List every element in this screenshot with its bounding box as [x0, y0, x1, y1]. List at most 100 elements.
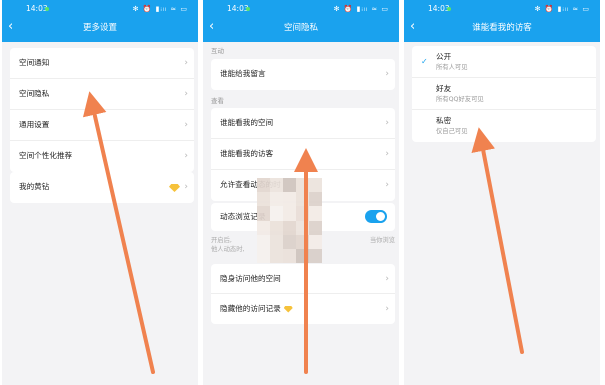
mosaic-tile	[283, 178, 296, 193]
page-title: 谁能看我的访客	[472, 23, 532, 33]
mosaic-tile	[283, 220, 296, 235]
screenshot-stage: 14:03 ✻ ⏰ ▮ᵢₗₗ ≈ ▭ ‹ 更多设置 空间通知 › 空间隐私 › 通用…	[0, 0, 605, 385]
option-name: 私密	[436, 116, 452, 125]
mosaic-tile	[309, 234, 322, 249]
section-label-view: 查看	[211, 97, 224, 105]
mosaic-tile	[283, 248, 296, 263]
feed-record-toggle[interactable]	[365, 210, 387, 223]
mosaic-tile	[270, 206, 283, 221]
notification-dot-icon	[246, 7, 250, 11]
header-bar: 14:03 ✻ ⏰ ▮ᵢₗₗ ≈ ▭ ‹ 空间隐私	[203, 0, 399, 42]
settings-group: 空间通知 › 空间隐私 › 通用设置 › 空间个性化推荐 ›	[10, 48, 194, 172]
note-line1: 开启后,	[211, 237, 232, 244]
row-yellow-diamond[interactable]: 我的黄钻 ›	[10, 172, 194, 203]
row-space-privacy[interactable]: 空间隐私 ›	[10, 79, 194, 110]
header-bar: 14:03 ✻ ⏰ ▮ᵢₗₗ ≈ ▭ ‹ 更多设置	[2, 0, 198, 42]
mosaic-tile	[296, 206, 309, 221]
header-bar: 14:03 ✻ ⏰ ▮ᵢₗₗ ≈ ▭ ‹ 谁能看我的访客	[404, 0, 600, 42]
status-bar: 14:03 ✻ ⏰ ▮ᵢₗₗ ≈ ▭	[404, 3, 600, 15]
mosaic-tile	[257, 248, 270, 263]
mosaic-tile	[283, 234, 296, 249]
mosaic-tile	[296, 192, 309, 207]
row-hide-visit-record[interactable]: 隐藏他的访问记录 ›	[211, 294, 395, 324]
mosaic-tile	[270, 234, 283, 249]
row-label: 谁能给我留言	[220, 69, 266, 78]
mosaic-tile	[257, 234, 270, 249]
option-public[interactable]: ✓ 公开 所有人可见	[412, 46, 596, 78]
diamond-icon	[169, 184, 180, 192]
section-label-interact: 互动	[211, 47, 224, 55]
notification-dot-icon	[447, 7, 451, 11]
privacy-mosaic	[257, 178, 322, 263]
who-can-view-visitors-screen: 14:03 ✻ ⏰ ▮ᵢₗₗ ≈ ▭ ‹ 谁能看我的访客 ✓ 公开 所有人可见 …	[404, 0, 600, 385]
chevron-right-icon: ›	[184, 58, 188, 68]
mosaic-tile	[296, 178, 309, 193]
page-title: 更多设置	[82, 23, 117, 33]
page-title: 空间隐私	[283, 23, 318, 33]
notification-dot-icon	[45, 7, 49, 11]
option-desc: 所有QQ好友可见	[436, 96, 484, 103]
row-who-can-view-visitors[interactable]: 谁能看我的访客 ›	[211, 139, 395, 170]
check-icon: ✓	[421, 57, 428, 66]
system-status-icons: ✻ ⏰ ▮ᵢₗₗ ≈ ▭	[132, 5, 188, 13]
row-label: 谁能看我的访客	[220, 149, 274, 158]
diamond-icon	[283, 305, 293, 313]
row-label: 隐身访问他的空间	[220, 274, 281, 283]
mosaic-tile	[270, 192, 283, 207]
system-status-icons: ✻ ⏰ ▮ᵢₗₗ ≈ ▭	[333, 5, 389, 13]
mosaic-tile	[296, 234, 309, 249]
row-label-text: 隐藏他的访问记录	[220, 304, 281, 313]
note-line1-right: 当你浏览	[369, 237, 395, 244]
row-general-settings[interactable]: 通用设置 ›	[10, 110, 194, 141]
visibility-options: ✓ 公开 所有人可见 好友 所有QQ好友可见 私密 仅自己可见	[412, 46, 596, 142]
mosaic-tile	[270, 220, 283, 235]
option-private[interactable]: 私密 仅自己可见	[412, 110, 596, 142]
mosaic-tile	[309, 248, 322, 263]
note-line2: 他人动态时,	[211, 246, 245, 253]
chevron-right-icon: ›	[184, 89, 188, 99]
system-status-icons: ✻ ⏰ ▮ᵢₗₗ ≈ ▭	[534, 5, 590, 13]
more-settings-screen: 14:03 ✻ ⏰ ▮ᵢₗₗ ≈ ▭ ‹ 更多设置 空间通知 › 空间隐私 › 通用…	[2, 0, 198, 385]
stealth-group: 隐身访问他的空间 › 隐藏他的访问记录 ›	[211, 264, 395, 324]
row-label: 空间个性化推荐	[19, 151, 73, 160]
chevron-right-icon: ›	[184, 120, 188, 130]
mosaic-tile	[309, 178, 322, 193]
option-name: 公开	[436, 52, 452, 61]
chevron-right-icon: ›	[385, 304, 389, 314]
mosaic-tile	[309, 206, 322, 221]
mosaic-tile	[257, 220, 270, 235]
chevron-right-icon: ›	[184, 151, 188, 161]
chevron-right-icon: ›	[184, 182, 188, 192]
mosaic-tile	[270, 178, 283, 193]
row-personal-recommend[interactable]: 空间个性化推荐 ›	[10, 141, 194, 172]
status-bar: 14:03 ✻ ⏰ ▮ᵢₗₗ ≈ ▭	[203, 3, 399, 15]
mosaic-tile	[296, 220, 309, 235]
chevron-right-icon: ›	[385, 149, 389, 159]
row-stealth-visit[interactable]: 隐身访问他的空间 ›	[211, 264, 395, 294]
option-name: 好友	[436, 84, 452, 93]
option-friends[interactable]: 好友 所有QQ好友可见	[412, 78, 596, 110]
toggle-knob	[376, 212, 385, 221]
row-who-can-message[interactable]: 谁能给我留言 ›	[211, 59, 395, 90]
mosaic-tile	[309, 220, 322, 235]
row-label: 我的黄钻	[19, 182, 50, 191]
mosaic-tile	[270, 248, 283, 263]
chevron-right-icon: ›	[385, 118, 389, 128]
vip-group: 我的黄钻 ›	[10, 172, 194, 203]
mosaic-tile	[257, 192, 270, 207]
chevron-right-icon: ›	[385, 69, 389, 79]
row-space-notify[interactable]: 空间通知 ›	[10, 48, 194, 79]
row-label: 空间通知	[19, 58, 50, 67]
mosaic-tile	[283, 206, 296, 221]
row-who-can-view-space[interactable]: 谁能看我的空间 ›	[211, 108, 395, 139]
mosaic-tile	[309, 192, 322, 207]
option-desc: 仅自己可见	[436, 128, 468, 135]
status-bar: 14:03 ✻ ⏰ ▮ᵢₗₗ ≈ ▭	[2, 3, 198, 15]
chevron-right-icon: ›	[385, 274, 389, 284]
interact-group: 谁能给我留言 ›	[211, 59, 395, 90]
chevron-right-icon: ›	[385, 180, 389, 190]
mosaic-tile	[283, 192, 296, 207]
mosaic-tile	[257, 178, 270, 193]
row-label: 空间隐私	[19, 89, 50, 98]
row-label: 隐藏他的访问记录	[220, 303, 293, 315]
